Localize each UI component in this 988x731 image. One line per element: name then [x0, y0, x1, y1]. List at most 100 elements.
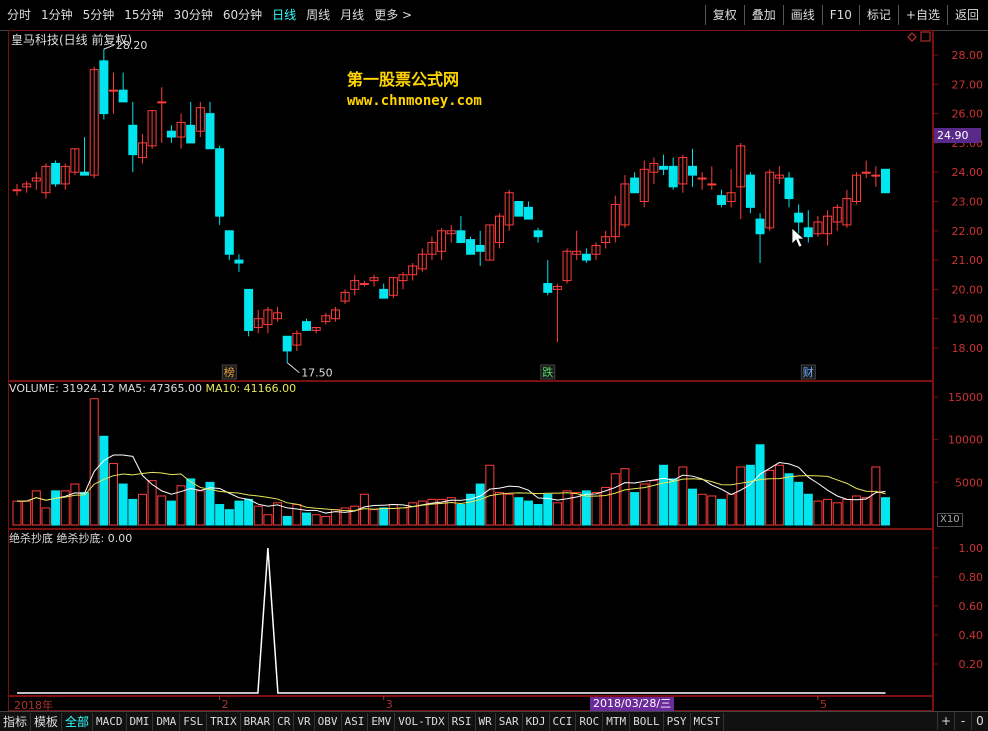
indicator-tab[interactable]: 模板 — [31, 712, 63, 731]
candle-body — [51, 162, 61, 185]
candle-body — [456, 230, 466, 244]
price-axis-label: 22.00 — [952, 225, 984, 238]
indicator-tab[interactable]: WR — [476, 712, 496, 731]
volume-bar — [533, 504, 543, 526]
volume-bar — [852, 495, 862, 526]
indicator-tab[interactable]: VOL-TDX — [395, 712, 449, 731]
indicator-axis-label: 0.60 — [959, 600, 984, 613]
indicator-tab[interactable]: RSI — [449, 712, 476, 731]
volume-bar — [610, 473, 620, 526]
candle-body — [659, 165, 669, 170]
candle-body — [244, 288, 254, 331]
volume-bar — [456, 504, 466, 526]
candle-body — [523, 206, 533, 220]
indicator-tab[interactable]: KDJ — [523, 712, 550, 731]
indicator-tab[interactable]: VR — [294, 712, 315, 731]
ma5-value: MA5: 47365.00 — [118, 382, 202, 395]
volume-bar — [620, 468, 630, 526]
zoom-control[interactable]: 0 — [971, 712, 988, 730]
volume-bar — [350, 505, 360, 526]
candle-body — [755, 218, 765, 235]
watermark-url: www.chnmoney.com — [347, 93, 482, 109]
volume-bar — [244, 498, 254, 526]
volume-axis-label: 10000 — [948, 434, 983, 447]
volume-bar — [195, 490, 205, 526]
candle-body — [359, 283, 369, 286]
indicator-tab[interactable]: CR — [274, 712, 295, 731]
candle-body — [12, 189, 22, 192]
volume-bar — [794, 481, 804, 526]
watermark-title: 第一股票公式网 — [347, 70, 460, 89]
indicator-tab[interactable]: ROC — [576, 712, 604, 731]
candle-body — [282, 335, 292, 352]
volume-bar — [774, 464, 784, 526]
price-axis-label: 27.00 — [952, 78, 984, 91]
indicator-tab[interactable]: CCI — [550, 712, 577, 731]
indicator-tab[interactable]: PSY — [664, 712, 691, 731]
volume-bar — [755, 444, 765, 526]
candle-body — [581, 253, 591, 261]
volume-bar — [475, 483, 485, 526]
candle-body — [99, 60, 109, 115]
indicator-tab[interactable]: MACD — [93, 712, 127, 731]
candle-body — [475, 244, 485, 252]
candle-body — [466, 239, 476, 255]
candle-body — [871, 174, 881, 177]
candle-body — [716, 195, 726, 205]
zoom-control[interactable]: - — [954, 712, 971, 730]
indicator-tab[interactable]: OBV — [315, 712, 342, 731]
candle-body — [186, 124, 196, 144]
indicator-tab[interactable]: MTM — [603, 712, 631, 731]
indicator-tab[interactable]: 指标 — [0, 712, 32, 731]
volume-bar — [591, 492, 601, 526]
mouse-cursor-icon — [791, 227, 806, 248]
volume-bar — [813, 500, 823, 526]
candle-body — [302, 321, 311, 331]
candle-body — [543, 283, 553, 293]
indicator-tab[interactable]: TRIX — [207, 712, 241, 731]
indicator-tab[interactable]: 全部 — [62, 712, 94, 731]
volume-bar — [31, 490, 41, 526]
indicator-tab[interactable]: FSL — [180, 712, 208, 731]
price-axis-label: 21.00 — [952, 254, 984, 267]
indicator-legend: 绝杀抄底 绝杀抄底: 0.00 — [9, 532, 133, 545]
candle-body — [630, 177, 640, 194]
candle-body — [514, 201, 524, 217]
indicator-tab[interactable]: DMA — [153, 712, 181, 731]
volume-bar — [842, 498, 852, 526]
volume-bar — [282, 515, 292, 526]
volume-bar — [514, 497, 524, 526]
kline-chart[interactable]: 28.0027.0026.0025.0024.0023.0022.0021.00… — [0, 0, 988, 730]
indicator-tab[interactable]: BRAR — [241, 712, 275, 731]
candle-body — [166, 130, 176, 138]
stock-title: 皇马科技(日线 前复权) — [11, 33, 133, 47]
price-axis-label: 18.00 — [952, 342, 984, 355]
candle-body — [533, 230, 543, 238]
date-axis-label: 2 — [222, 698, 229, 711]
candle-body — [784, 177, 794, 200]
volume-legend: VOLUME: 31924.12 MA5: 47365.00 MA10: 411… — [9, 382, 296, 395]
indicator-tab[interactable]: MCST — [691, 712, 725, 731]
price-axis-label: 24.00 — [952, 166, 984, 179]
candle-body — [128, 124, 138, 156]
volume-bar — [147, 480, 157, 526]
zoom-control[interactable]: + — [937, 712, 954, 730]
cursor-date: 2018/03/28/三 — [590, 697, 675, 711]
volume-bar — [234, 500, 244, 526]
indicator-tab[interactable]: ASI — [342, 712, 369, 731]
volume-bar — [253, 505, 263, 526]
indicator-tab[interactable]: BOLL — [630, 712, 664, 731]
ma10-value: MA10: 41166.00 — [205, 382, 297, 395]
volume-bar — [41, 507, 51, 526]
volume-bar — [726, 493, 736, 526]
volume-bar — [736, 466, 746, 526]
volume-bar — [504, 493, 514, 526]
indicator-tab[interactable]: SAR — [496, 712, 523, 731]
diamond-icon — [907, 32, 917, 42]
date-axis-label: 5 — [820, 698, 827, 711]
candle-body — [379, 288, 389, 299]
indicator-tab[interactable]: DMI — [127, 712, 154, 731]
candle-body — [688, 165, 697, 176]
indicator-tab[interactable]: EMV — [368, 712, 396, 731]
volume-bar — [157, 495, 167, 526]
